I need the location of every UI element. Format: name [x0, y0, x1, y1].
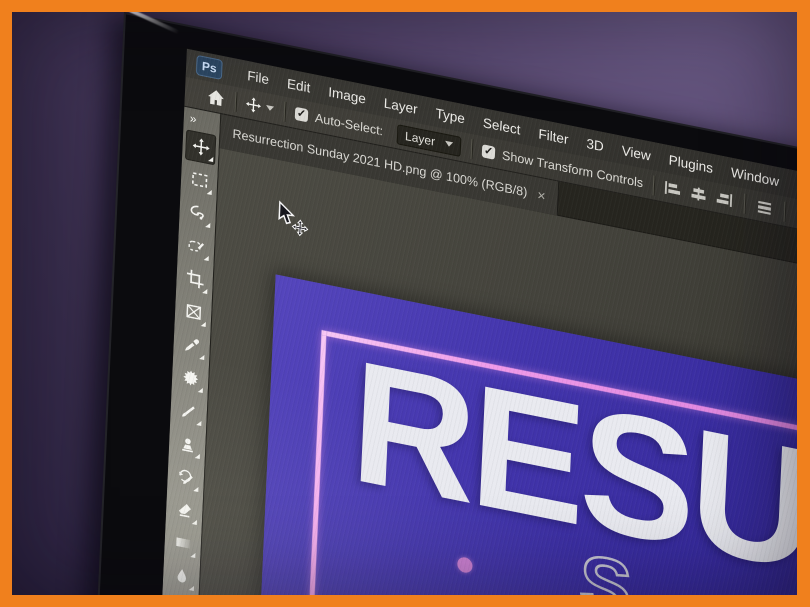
- align-top-edges-icon[interactable]: [796, 206, 797, 224]
- distribute-vertically-icon[interactable]: [756, 198, 774, 216]
- crop-tool[interactable]: [179, 261, 210, 297]
- move-cursor-icon: [274, 200, 316, 246]
- rectangular-marquee-tool[interactable]: [184, 162, 215, 198]
- bezel-glint: [128, 12, 180, 35]
- menu-item-view[interactable]: View: [612, 141, 660, 165]
- history-brush-tool[interactable]: [170, 459, 201, 495]
- divider: [283, 101, 286, 122]
- auto-select-label: Auto-Select:: [314, 110, 384, 138]
- clone-stamp-tool[interactable]: [172, 426, 203, 462]
- blur-tool[interactable]: [166, 558, 197, 594]
- gradient-tool[interactable]: [167, 525, 198, 561]
- brush-tool[interactable]: [173, 393, 204, 429]
- photo-frame: Ps File Edit Image Layer Type Select Fil…: [0, 0, 810, 607]
- home-icon[interactable]: [207, 87, 226, 108]
- align-left-edges-icon[interactable]: [664, 180, 682, 198]
- document-canvas[interactable]: RESU S U: [246, 274, 797, 595]
- frame-tool[interactable]: [178, 294, 209, 330]
- align-horizontal-centers-icon[interactable]: [690, 185, 708, 203]
- menu-item-type[interactable]: Type: [426, 103, 474, 127]
- divider: [652, 174, 655, 196]
- object-selection-tool[interactable]: [181, 228, 212, 264]
- menu-item-3d[interactable]: 3D: [577, 134, 613, 156]
- divider: [783, 201, 786, 222]
- menu-item-select[interactable]: Select: [474, 113, 530, 139]
- move-tool[interactable]: [184, 128, 217, 165]
- menu-item-image[interactable]: Image: [319, 82, 375, 108]
- menu-item-file[interactable]: File: [238, 66, 278, 89]
- eyedropper-tool[interactable]: [176, 327, 207, 363]
- chevron-down-icon: [265, 105, 275, 112]
- checkbox-check-icon: ✓: [481, 144, 496, 160]
- dropdown-value: Layer: [404, 128, 436, 149]
- photoshop-logo-icon[interactable]: Ps: [195, 54, 223, 80]
- move-tool-preset-icon[interactable]: [246, 96, 275, 117]
- spot-healing-brush-tool[interactable]: [175, 360, 206, 396]
- divider: [234, 91, 237, 112]
- chevron-down-icon: [444, 140, 454, 148]
- close-tab-icon[interactable]: ×: [537, 187, 546, 205]
- lasso-tool[interactable]: [182, 195, 213, 231]
- menu-item-help[interactable]: Help: [788, 176, 798, 200]
- eraser-tool[interactable]: [169, 492, 200, 528]
- menu-item-layer[interactable]: Layer: [375, 93, 427, 118]
- menu-item-filter[interactable]: Filter: [529, 124, 578, 149]
- photoshop-window: Ps File Edit Image Layer Type Select Fil…: [150, 48, 798, 595]
- monitor: Ps File Edit Image Layer Type Select Fil…: [86, 12, 798, 595]
- checkbox-check-icon: ✓: [294, 106, 309, 123]
- artwork-subline-letter: S: [576, 535, 635, 595]
- divider: [743, 193, 746, 214]
- align-right-edges-icon[interactable]: [716, 190, 734, 208]
- divider: [470, 138, 473, 159]
- menu-item-edit[interactable]: Edit: [278, 74, 320, 97]
- wall-background: Ps File Edit Image Layer Type Select Fil…: [12, 12, 797, 595]
